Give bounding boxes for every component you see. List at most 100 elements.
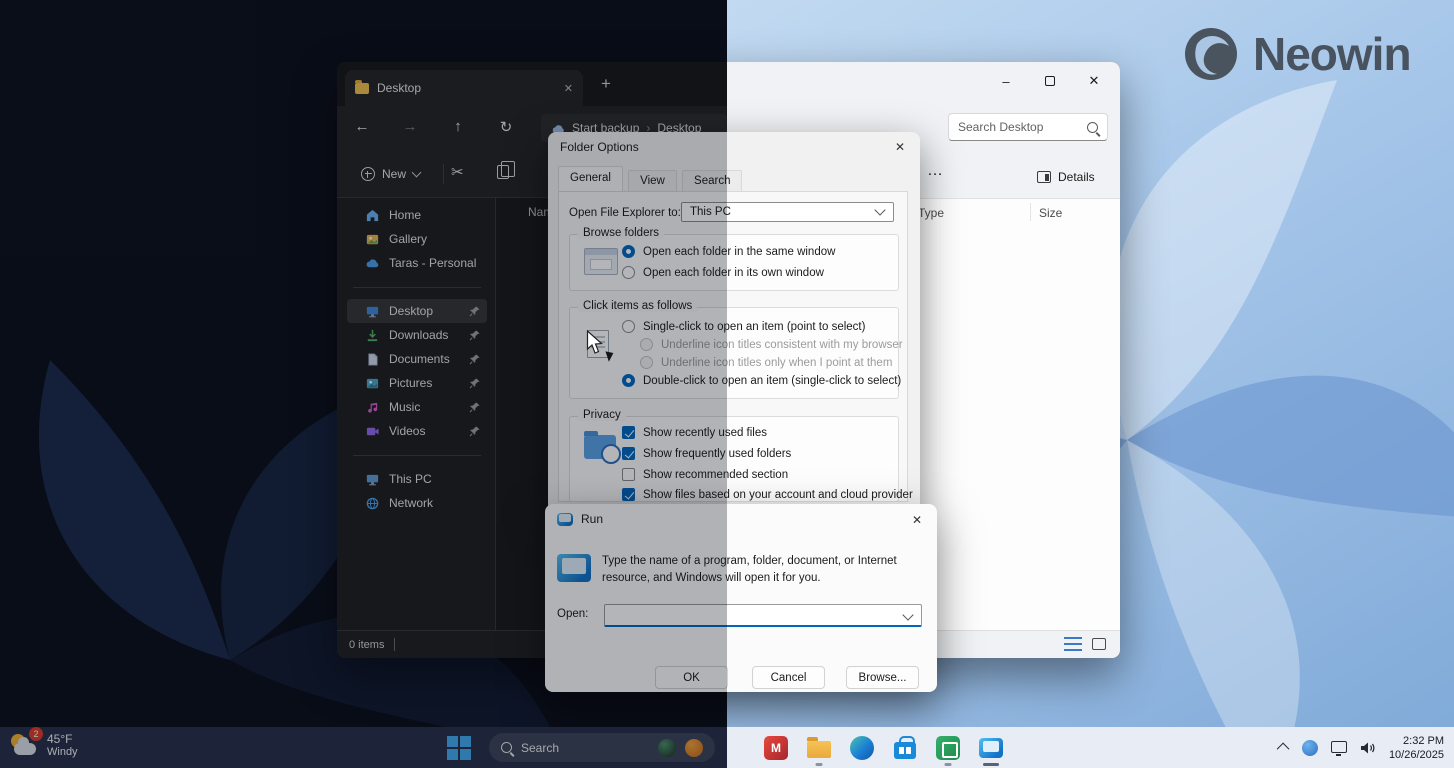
radio-double-click[interactable]: Double-click to open an item (single-cli… — [622, 374, 901, 387]
run-titlebar: Run ✕ — [545, 504, 937, 534]
neowin-logo: Neowin — [1183, 26, 1411, 82]
m365-app-button[interactable]: M — [762, 733, 790, 762]
onedrive-icon — [365, 256, 380, 271]
store-app-button[interactable] — [891, 733, 919, 762]
forward-button[interactable]: → — [399, 118, 421, 135]
file-explorer-app-button[interactable] — [805, 733, 833, 762]
documents-icon — [365, 352, 380, 367]
run-icon — [557, 554, 591, 582]
cancel-button[interactable]: Cancel — [752, 666, 825, 689]
open-to-combobox[interactable]: This PC — [681, 202, 894, 222]
sidebar-item-home[interactable]: Home — [347, 203, 487, 227]
volume-icon[interactable] — [1360, 741, 1376, 755]
open-label: Open: — [557, 608, 588, 620]
browse-folders-icon — [584, 248, 618, 275]
status-divider — [394, 638, 395, 651]
tab-search[interactable]: Search — [682, 170, 742, 192]
taskbar-search-box[interactable]: Search — [489, 733, 715, 762]
close-button[interactable]: ✕ — [1072, 66, 1116, 96]
sidebar-item-pictures[interactable]: Pictures — [347, 371, 487, 395]
radio-selected-icon — [622, 374, 635, 387]
sidebar-item-onedrive-personal[interactable]: Taras - Personal — [347, 251, 487, 275]
close-icon[interactable]: ✕ — [892, 140, 908, 154]
column-header-size[interactable]: Size — [1039, 206, 1062, 220]
cut-button[interactable]: ✂ — [451, 163, 464, 181]
column-header-type[interactable]: Type — [918, 206, 944, 220]
tab-general[interactable]: General — [558, 166, 623, 191]
radio-underline-consistent[interactable]: Underline icon titles consistent with my… — [640, 338, 903, 351]
refresh-button[interactable]: ↻ — [495, 118, 517, 136]
browse-button[interactable]: Browse... — [846, 666, 919, 689]
details-view-button[interactable]: Details — [1029, 163, 1103, 191]
pin-icon — [469, 401, 481, 413]
checkbox-recent-files[interactable]: Show recently used files — [622, 426, 767, 439]
active-indicator — [983, 763, 999, 766]
radio-own-window[interactable]: Open each folder in its own window — [622, 266, 824, 279]
edge-app-button[interactable] — [848, 733, 876, 762]
taskbar-clock[interactable]: 2:32 PM 10/26/2025 — [1389, 734, 1444, 762]
start-button[interactable] — [447, 736, 471, 760]
new-button[interactable]: New — [351, 160, 430, 188]
details-view-toggle-icon[interactable] — [1064, 637, 1082, 651]
run-open-combobox[interactable] — [604, 604, 922, 627]
running-indicator — [945, 763, 952, 766]
click-items-icon — [587, 330, 609, 358]
tray-display-icon[interactable] — [1331, 741, 1347, 753]
sidebar-item-gallery[interactable]: Gallery — [347, 227, 487, 251]
thumbnail-view-toggle-icon[interactable] — [1092, 638, 1106, 650]
sidebar-item-this-pc[interactable]: This PC — [347, 467, 487, 491]
privacy-icon — [584, 435, 616, 459]
checkbox-cloud-files[interactable]: Show files based on your account and clo… — [622, 488, 913, 501]
downloads-icon — [365, 328, 380, 343]
sidebar-item-downloads[interactable]: Downloads — [347, 323, 487, 347]
tray-expand-icon[interactable] — [1277, 743, 1290, 756]
maximize-button[interactable] — [1028, 66, 1072, 96]
pin-icon — [469, 305, 481, 317]
taskbar: 2 45°F Windy Search M — [0, 727, 1454, 768]
music-icon — [365, 400, 380, 415]
tray-app-icon[interactable] — [1302, 740, 1318, 756]
toolbar-divider — [443, 164, 444, 184]
back-button[interactable]: ← — [351, 118, 373, 135]
radio-same-window[interactable]: Open each folder in the same window — [622, 245, 835, 258]
windows-logo-icon — [447, 736, 458, 747]
clock-time: 2:32 PM — [1389, 734, 1444, 748]
new-tab-button[interactable]: + — [595, 74, 617, 94]
network-icon — [365, 496, 380, 511]
new-button-label: New — [382, 167, 406, 181]
weather-widget[interactable]: 2 45°F Windy — [10, 732, 78, 760]
green-app-button[interactable] — [934, 733, 962, 762]
sidebar-item-music[interactable]: Music — [347, 395, 487, 419]
pictures-icon — [365, 376, 380, 391]
see-more-button[interactable]: … — [927, 162, 944, 180]
microsoft-store-icon — [894, 742, 916, 759]
sidebar-item-videos[interactable]: Videos — [347, 419, 487, 443]
tab-view[interactable]: View — [628, 170, 677, 192]
radio-single-click[interactable]: Single-click to open an item (point to s… — [622, 320, 865, 333]
explorer-tab-desktop[interactable]: Desktop ✕ — [345, 70, 583, 106]
sidebar-separator — [353, 455, 481, 456]
ok-button[interactable]: OK — [655, 666, 728, 689]
pin-icon — [469, 329, 481, 341]
run-title-icon — [557, 513, 573, 526]
up-button[interactable]: ↑ — [447, 118, 469, 135]
copy-button[interactable] — [497, 165, 509, 179]
active-app-button[interactable] — [977, 733, 1005, 762]
minimize-button[interactable]: – — [984, 66, 1028, 96]
radio-underline-point[interactable]: Underline icon titles only when I point … — [640, 356, 892, 369]
sidebar-item-documents[interactable]: Documents — [347, 347, 487, 371]
folder-options-titlebar: Folder Options ✕ — [548, 132, 920, 162]
folder-options-tabs: General View Search — [558, 166, 744, 192]
tab-close-icon[interactable]: ✕ — [564, 82, 573, 95]
explorer-search-box[interactable]: Search Desktop — [948, 113, 1108, 141]
checkbox-recommended-section[interactable]: Show recommended section — [622, 468, 788, 481]
this-pc-icon — [365, 472, 380, 487]
sidebar-item-desktop[interactable]: Desktop — [347, 299, 487, 323]
taskbar-app-icons: M — [762, 733, 1005, 762]
pin-icon — [469, 425, 481, 437]
sidebar-item-network[interactable]: Network — [347, 491, 487, 515]
m365-icon: M — [764, 736, 788, 760]
search-label: Search — [521, 741, 649, 755]
checkbox-frequent-folders[interactable]: Show frequently used folders — [622, 447, 791, 460]
close-icon[interactable]: ✕ — [909, 513, 925, 527]
